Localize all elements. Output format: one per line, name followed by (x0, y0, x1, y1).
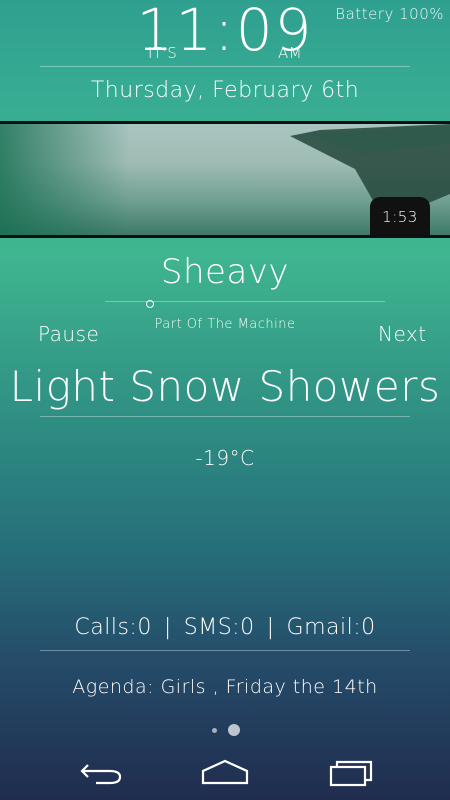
page-indicator-dot-active[interactable] (228, 724, 240, 736)
time-suffix: AM (278, 44, 303, 62)
home-icon[interactable] (199, 757, 251, 787)
recent-apps-icon[interactable] (325, 757, 377, 787)
next-button[interactable]: Next (378, 322, 427, 346)
page-indicator-dot[interactable] (212, 728, 217, 733)
weather-temperature: -19°C (195, 446, 255, 470)
date-label[interactable]: Thursday, February 6th (0, 78, 450, 103)
pause-button[interactable]: Pause (38, 322, 99, 346)
wallpaper-photo: 1:53 (0, 121, 450, 238)
divider-line (40, 416, 410, 417)
gmail-count[interactable]: Gmail:0 (287, 615, 376, 640)
photo-timer-badge: 1:53 (370, 197, 430, 235)
navigation-bar (0, 745, 450, 800)
artist-name: Sheavy (160, 252, 290, 292)
notification-counts: Calls:0 | SMS:0 | Gmail:0 (0, 615, 450, 640)
divider-line (40, 650, 410, 651)
weather-condition[interactable]: Light Snow Showers (0, 362, 450, 411)
back-icon[interactable] (76, 757, 128, 787)
divider-line (40, 66, 410, 67)
clock-header: Battery 100% IT'S 11:09 AM Thursday, Feb… (0, 0, 450, 120)
clock-time[interactable]: 11:09 (0, 0, 450, 66)
track-progress-handle[interactable] (146, 300, 154, 308)
agenda-text[interactable]: Agenda: Girls , Friday the 14th (0, 676, 450, 698)
calls-count[interactable]: Calls:0 (74, 615, 151, 640)
sms-count[interactable]: SMS:0 (184, 615, 255, 640)
separator: | (266, 615, 275, 640)
separator: | (163, 615, 172, 640)
photo-shading (0, 124, 130, 235)
